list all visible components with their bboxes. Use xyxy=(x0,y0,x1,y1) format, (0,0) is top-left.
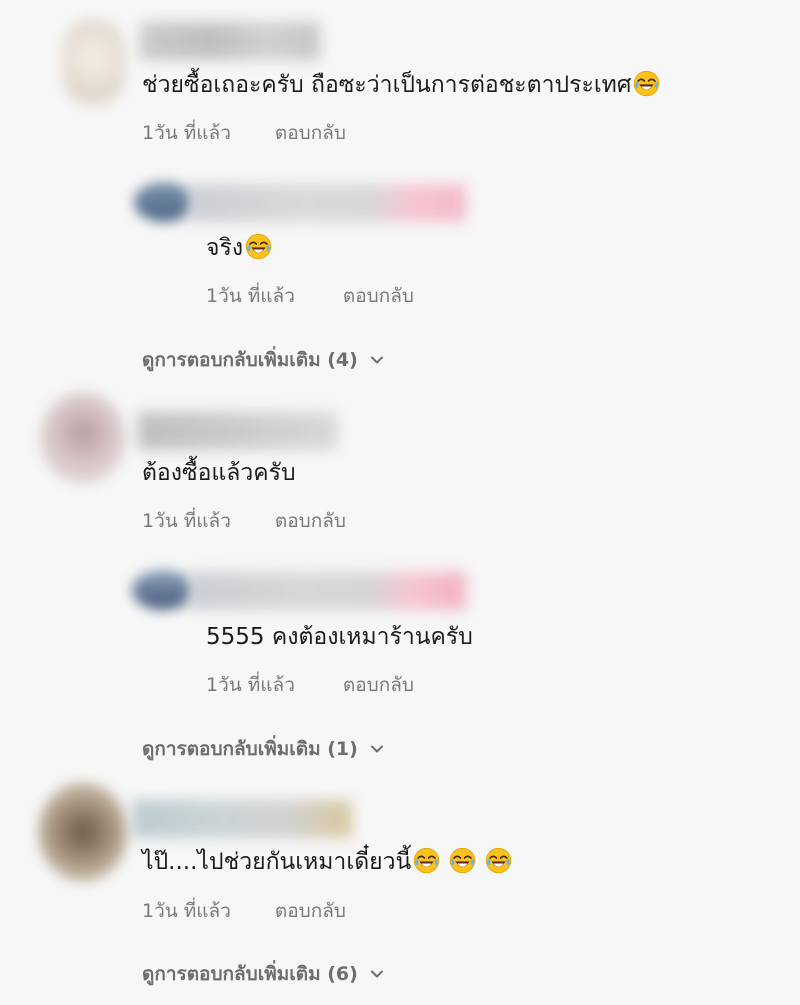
chevron-down-icon xyxy=(370,356,383,364)
reply-button[interactable]: ตอบกลับ xyxy=(275,122,346,144)
comment-meta: 1วัน ที่แล้ว ตอบกลับ xyxy=(142,121,346,145)
reply-text-content: จริง xyxy=(206,235,244,261)
reply-button[interactable]: ตอบกลับ xyxy=(275,900,346,922)
laughing-tears-emoji-icon xyxy=(245,233,272,260)
reply-avatar[interactable] xyxy=(132,570,194,610)
chevron-down-icon xyxy=(370,970,383,978)
view-more-replies-label: ดูการตอบกลับเพิ่มเติม (6) xyxy=(142,963,358,985)
view-more-replies[interactable]: ดูการตอบกลับเพิ่มเติม (1) xyxy=(142,737,384,761)
reply-avatar[interactable] xyxy=(134,182,194,222)
view-more-replies-label: ดูการตอบกลับเพิ่มเติม (1) xyxy=(142,738,358,760)
reply-meta: 1วัน ที่แล้ว ตอบกลับ xyxy=(206,284,414,308)
comment-text: ช่วยซื้อเถอะครับ ถือซะว่าเป็นการต่อชะตาป… xyxy=(142,70,660,100)
comment-timestamp: 1วัน ที่แล้ว xyxy=(142,122,231,144)
reply-text-content: 5555 คงต้องเหมาร้านครับ xyxy=(206,624,473,650)
laughing-tears-emoji-icon xyxy=(413,847,440,874)
comment-author-name[interactable] xyxy=(132,800,352,838)
comment-avatar[interactable] xyxy=(62,20,126,104)
comment-text: ต้องซื้อแล้วครับ xyxy=(142,458,296,488)
reply-timestamp: 1วัน ที่แล้ว xyxy=(206,285,295,307)
reply-text: 5555 คงต้องเหมาร้านครับ xyxy=(206,622,473,652)
comment-text-content: ไป๊....ไปช่วยกันเหมาเดี๋ยวนี้ xyxy=(142,849,412,875)
laughing-tears-emoji-icon xyxy=(633,70,660,97)
comment-text-content: ต้องซื้อแล้วครับ xyxy=(142,460,296,486)
reply-button[interactable]: ตอบกลับ xyxy=(343,285,414,307)
laughing-tears-emoji-icon xyxy=(449,847,476,874)
reply-text: จริง xyxy=(206,233,272,263)
comments-panel: ช่วยซื้อเถอะครับ ถือซะว่าเป็นการต่อชะตาป… xyxy=(0,0,800,1005)
comment-timestamp: 1วัน ที่แล้ว xyxy=(142,900,231,922)
reply-button[interactable]: ตอบกลับ xyxy=(275,510,346,532)
comment-author-name[interactable] xyxy=(140,22,320,60)
comment-author-name[interactable] xyxy=(138,412,338,450)
reply-timestamp: 1วัน ที่แล้ว xyxy=(206,674,295,696)
reply-author-name[interactable] xyxy=(190,572,466,610)
reply-meta: 1วัน ที่แล้ว ตอบกลับ xyxy=(206,673,414,697)
comment-timestamp: 1วัน ที่แล้ว xyxy=(142,510,231,532)
comment-text: ไป๊....ไปช่วยกันเหมาเดี๋ยวนี้ xyxy=(142,847,512,877)
comment-avatar[interactable] xyxy=(40,392,126,484)
comment-text-content: ช่วยซื้อเถอะครับ ถือซะว่าเป็นการต่อชะตาป… xyxy=(142,72,632,98)
reply-button[interactable]: ตอบกลับ xyxy=(343,674,414,696)
view-more-replies[interactable]: ดูการตอบกลับเพิ่มเติม (4) xyxy=(142,348,384,372)
comment-meta: 1วัน ที่แล้ว ตอบกลับ xyxy=(142,899,346,923)
chevron-down-icon xyxy=(370,745,383,753)
reply-author-name[interactable] xyxy=(190,184,466,222)
view-more-replies-label: ดูการตอบกลับเพิ่มเติม (4) xyxy=(142,349,358,371)
comment-avatar[interactable] xyxy=(38,782,128,882)
view-more-replies[interactable]: ดูการตอบกลับเพิ่มเติม (6) xyxy=(142,962,384,986)
laughing-tears-emoji-icon xyxy=(485,847,512,874)
comment-meta: 1วัน ที่แล้ว ตอบกลับ xyxy=(142,509,346,533)
